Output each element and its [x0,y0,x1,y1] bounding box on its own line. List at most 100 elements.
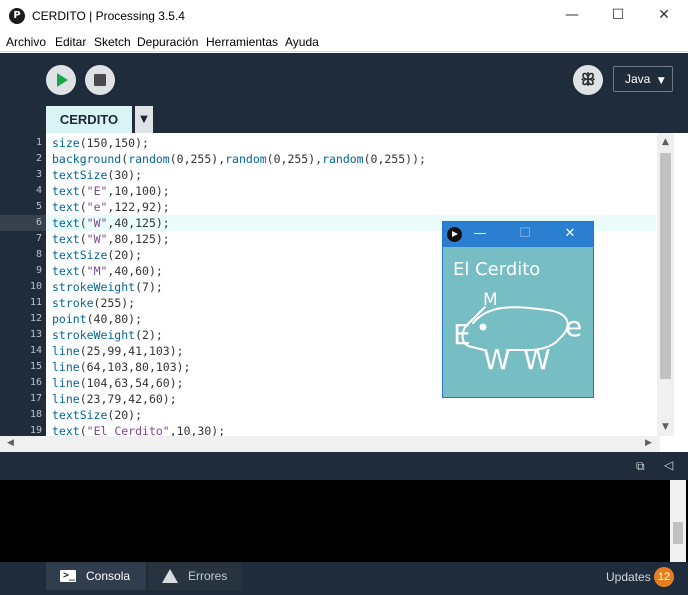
code-line[interactable]: strokeWeight(2); [52,327,163,343]
editor-vertical-scrollbar[interactable]: ▲ ▼ [657,133,674,436]
code-line[interactable]: text("E",10,100); [52,183,170,199]
code-line[interactable]: text("e",122,92); [52,199,170,215]
scroll-down-icon[interactable]: ▼ [657,422,674,432]
line-number: 2 [35,153,42,164]
line-number: 7 [35,233,42,244]
tab-console[interactable]: >_ Consola [46,562,146,590]
menu-bar: Archivo Editar Sketch Depuración Herrami… [0,32,688,52]
menu-archivo[interactable]: Archivo [6,35,46,49]
footer-bar: >_ Consola Errores Updates 12 [0,562,688,595]
code-line[interactable]: textSize(30); [52,167,142,183]
stop-button[interactable] [85,65,115,95]
function-name: text [52,184,80,198]
sketch-close-button[interactable]: ✕ [550,222,590,247]
updates-label[interactable]: Updates [606,570,651,584]
line-number: 18 [29,409,42,420]
sketch-maximize-button[interactable]: ☐ [505,222,545,247]
editor-horizontal-scrollbar[interactable]: ◀ ▶ [0,436,660,452]
code-line[interactable]: line(104,63,54,60); [52,375,184,391]
tab-menu-button[interactable]: ▼ [135,106,153,133]
line-number: 17 [29,393,42,404]
code-line[interactable]: stroke(255); [52,295,135,311]
sketch-canvas: El Cerdito M E e W W [443,247,593,397]
window-title: CERDITO | Processing 3.5.4 [32,9,185,23]
line-number: 6 [35,217,42,228]
code-line[interactable]: textSize(20); [52,407,142,423]
line-number: 5 [35,201,42,212]
butterfly-icon: ꕥ [580,70,596,89]
function-name: textSize [52,408,108,422]
function-name: text [52,200,80,214]
console-scrollbar[interactable] [670,480,686,562]
code-line[interactable]: point(40,80); [52,311,142,327]
function-name: line [52,392,80,406]
function-name: size [52,136,80,150]
function-name: strokeWeight [52,328,136,342]
close-button[interactable]: ✕ [641,0,687,32]
errors-tab-label: Errores [188,569,228,583]
play-icon [57,73,68,87]
scroll-left-icon[interactable]: ◀ [2,438,19,448]
line-number: 11 [29,297,42,308]
code-line[interactable]: text("El Cerdito",10,30); [52,423,225,436]
code-line[interactable]: line(25,99,41,103); [52,343,184,359]
code-line[interactable]: size(150,150); [52,135,149,151]
tab-cerdito[interactable]: CERDITO [46,106,132,133]
console-scroll-thumb[interactable] [673,522,683,544]
line-number: 9 [35,265,42,276]
function-name: stroke [52,296,94,310]
line-number: 3 [35,169,42,180]
line-number: 16 [29,377,42,388]
sketch-title-bar[interactable]: — ☐ ✕ [443,222,593,247]
debugger-button[interactable]: ꕥ [573,65,603,95]
function-name: line [52,344,80,358]
tab-bar: CERDITO ▼ [0,105,688,133]
line-number: 19 [29,425,42,436]
function-name: text [52,216,80,230]
code-line[interactable]: line(64,103,80,103); [52,359,190,375]
mode-selector[interactable]: Java ▼ [613,66,673,92]
line-number: 4 [35,185,42,196]
code-line[interactable]: text("W",40,125); [52,215,170,231]
function-name: background [52,152,122,166]
menu-sketch[interactable]: Sketch [94,35,131,49]
updates-count-badge[interactable]: 12 [654,567,674,587]
maximize-button[interactable]: ☐ [595,0,641,32]
code-line[interactable]: textSize(20); [52,247,142,263]
run-button[interactable] [46,65,76,95]
editor-scroll-thumb[interactable] [660,153,671,379]
menu-depuracion[interactable]: Depuración [137,35,198,49]
line-number: 10 [29,281,42,292]
sketch-window[interactable]: — ☐ ✕ El Cerdito M E e W W [442,221,594,398]
processing-logo-icon: P [9,8,25,24]
console-output[interactable] [0,480,688,562]
chevron-down-icon: ▼ [657,76,665,86]
minimize-button[interactable]: — [549,0,595,32]
clipboard-icon[interactable]: ⧉ [636,459,650,473]
toolbar: ꕥ Java ▼ [0,53,688,105]
tab-errors[interactable]: Errores [148,562,242,590]
line-number: 8 [35,249,42,260]
function-name: line [52,376,80,390]
line-number: 15 [29,361,42,372]
scroll-up-icon[interactable]: ▲ [657,137,674,147]
function-name: strokeWeight [52,280,136,294]
warning-icon [162,569,178,583]
pig-rear-curve [522,309,569,352]
scroll-right-icon[interactable]: ▶ [640,438,657,448]
menu-editar[interactable]: Editar [55,35,86,49]
function-name: textSize [52,248,108,262]
code-line[interactable]: line(23,79,42,60); [52,391,177,407]
code-line[interactable]: text("M",40,60); [52,263,163,279]
mode-label: Java [625,72,651,86]
function-name: line [52,360,80,374]
code-line[interactable]: text("W",80,125); [52,231,170,247]
code-line[interactable]: background(random(0,255),random(0,255),r… [52,151,426,167]
collapse-console-icon[interactable]: ◁ [664,458,673,472]
sketch-minimize-button[interactable]: — [460,222,500,247]
play-icon [452,231,458,237]
code-line[interactable]: strokeWeight(7); [52,279,163,295]
menu-ayuda[interactable]: Ayuda [285,35,319,49]
menu-herramientas[interactable]: Herramientas [206,35,278,49]
line-number-gutter: 1 2 3 4 5 6 7 8 9 10 11 12 13 14 15 16 17 18 19 [0,133,46,436]
